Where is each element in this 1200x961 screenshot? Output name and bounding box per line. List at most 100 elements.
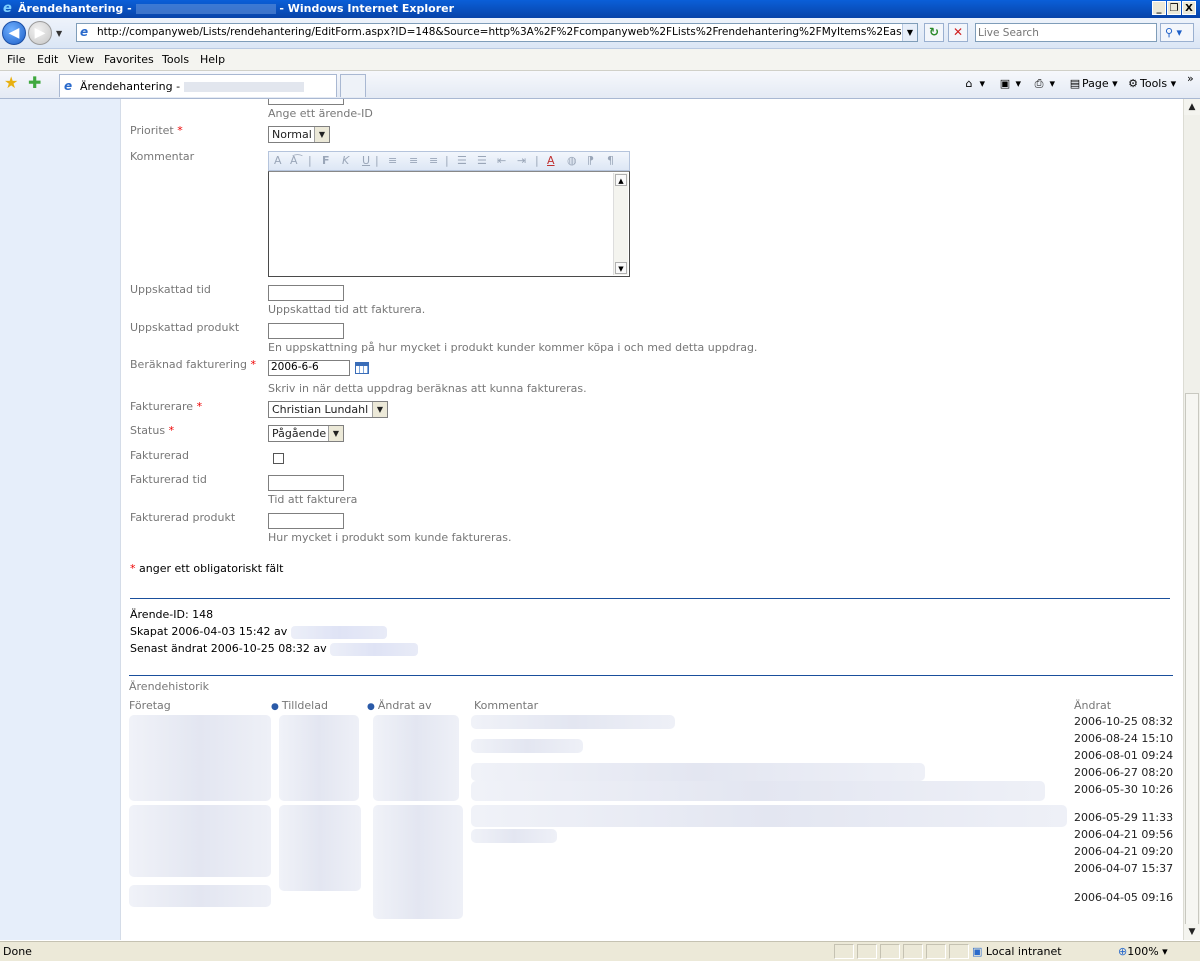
feeds-button[interactable]: ▣ ▾: [998, 77, 1021, 90]
scroll-down-icon[interactable]: ▼: [615, 262, 627, 274]
ie-logo-icon: e: [3, 1, 12, 16]
menu-tools[interactable]: Tools: [162, 53, 189, 66]
address-dropdown-icon[interactable]: ▼: [902, 24, 917, 41]
window-title-suffix: - Windows Internet Explorer: [275, 2, 454, 15]
numbered-list-icon[interactable]: ☰: [457, 154, 467, 167]
invoiced-time-hint: Tid att fakturera: [268, 493, 358, 506]
comment-label: Kommentar: [130, 150, 195, 163]
italic-icon[interactable]: K: [342, 154, 349, 167]
billing-date-input[interactable]: 2006-6-6: [268, 360, 350, 376]
redacted-company-column: [129, 805, 271, 877]
history-col-assigned: ● Tilldelad: [271, 699, 328, 712]
recent-pages-dropdown[interactable]: ▼: [56, 29, 62, 38]
feeds-icon: ▣: [999, 77, 1011, 90]
zone-text: Local intranet: [985, 945, 1062, 958]
rich-text-toolbar: A A͡ | F K U | ≡ ≡ ≡ | ☰ ☰ ⇤ ⇥ | A ◍ ⁋ ¶: [268, 151, 630, 171]
tab-page-icon: e: [64, 79, 73, 93]
invoiced-product-hint: Hur mycket i produkt som kunde fakturera…: [268, 531, 512, 544]
tools-menu-label: Tools: [1140, 77, 1168, 90]
menu-help[interactable]: Help: [200, 53, 225, 66]
align-center-icon[interactable]: ≡: [409, 154, 418, 167]
stop-button[interactable]: ✕: [948, 23, 968, 42]
tab-bar: ★ ✚ e Ärendehantering - ⌂ ▾ ▣ ▾ ⎙ ▾ ▤ Pag…: [0, 71, 1200, 99]
page-menu-button[interactable]: ▤ Page ▾: [1068, 77, 1118, 90]
font-size-icon[interactable]: A͡: [290, 154, 298, 167]
zoom-control[interactable]: ⊕100% ▾: [1118, 945, 1168, 958]
align-left-icon[interactable]: ≡: [388, 154, 397, 167]
restore-button[interactable]: ❐: [1167, 1, 1181, 15]
chevron-down-icon: ▼: [328, 426, 343, 441]
calendar-icon[interactable]: [355, 362, 369, 374]
bold-icon[interactable]: F: [322, 154, 330, 167]
font-icon[interactable]: A: [274, 154, 282, 167]
scroll-up-icon[interactable]: ▲: [1184, 99, 1200, 115]
menu-favorites[interactable]: Favorites: [104, 53, 154, 66]
add-favorite-icon[interactable]: ✚: [28, 75, 41, 91]
underline-icon[interactable]: U: [362, 154, 370, 167]
history-title: Ärendehistorik: [129, 680, 210, 693]
rtl-icon[interactable]: ¶: [607, 154, 614, 167]
tab-arendehantering[interactable]: e Ärendehantering -: [59, 74, 337, 97]
menu-view[interactable]: View: [68, 53, 94, 66]
est-time-input[interactable]: [268, 285, 344, 301]
menu-file[interactable]: File: [7, 53, 25, 66]
required-note: * anger ett obligatoriskt fält: [130, 562, 283, 575]
address-toolbar: ◀ ▶ ▼ e http://companyweb/Lists/rendehan…: [0, 18, 1200, 49]
invoiced-product-label: Fakturerad produkt: [130, 511, 236, 524]
assigned-header-text: Tilldelad: [281, 699, 328, 712]
search-input[interactable]: [978, 25, 1154, 40]
est-product-input[interactable]: [268, 323, 344, 339]
redacted-author: [290, 625, 387, 639]
invoiced-time-label: Fakturerad tid: [130, 473, 207, 486]
scroll-down-icon[interactable]: ▼: [1184, 924, 1200, 940]
close-button[interactable]: X: [1182, 1, 1196, 15]
history-date: 2006-04-07 15:37: [1074, 862, 1174, 875]
chevron-more-icon[interactable]: »: [1187, 72, 1194, 85]
required-marker: *: [196, 400, 203, 413]
security-zone[interactable]: ▣ Local intranet: [972, 945, 1062, 958]
scroll-up-icon[interactable]: ▲: [615, 174, 627, 186]
align-right-icon[interactable]: ≡: [429, 154, 438, 167]
est-product-hint: En uppskattning på hur mycket i produkt …: [268, 341, 758, 354]
chevron-down-icon: ▼: [372, 402, 387, 417]
ltr-icon[interactable]: ⁋: [587, 154, 594, 167]
invoiced-checkbox[interactable]: [273, 453, 284, 464]
forward-button[interactable]: ▶: [28, 21, 52, 45]
priority-select[interactable]: Normal ▼: [268, 126, 330, 143]
status-select[interactable]: Pågående ▼: [268, 425, 344, 442]
minimize-button[interactable]: _: [1152, 1, 1166, 15]
status-value: Pågående: [272, 427, 327, 440]
redacted-comment: [471, 781, 1045, 801]
comment-editor[interactable]: ▲ ▼: [268, 171, 630, 277]
gear-icon: ⚙: [1128, 77, 1138, 90]
invoiced-product-input[interactable]: [268, 513, 344, 529]
status-label-text: Status: [130, 424, 166, 437]
refresh-button[interactable]: ↻: [924, 23, 944, 42]
home-button[interactable]: ⌂ ▾: [962, 77, 986, 90]
text-color-icon[interactable]: A: [547, 154, 555, 167]
page-menu-icon: ▤: [1069, 77, 1081, 90]
tools-menu-button[interactable]: ⚙ Tools ▾: [1126, 77, 1176, 90]
favorites-star-icon[interactable]: ★: [4, 75, 18, 91]
intranet-icon: ▣: [972, 945, 983, 958]
indent-icon[interactable]: ⇥: [517, 154, 526, 167]
scroll-thumb[interactable]: [1185, 393, 1199, 928]
address-bar[interactable]: e http://companyweb/Lists/rendehantering…: [76, 23, 918, 42]
outdent-icon[interactable]: ⇤: [497, 154, 506, 167]
priority-label: Prioritet *: [130, 124, 183, 137]
history-date: 2006-08-01 09:24: [1074, 749, 1174, 762]
invoicer-select[interactable]: Christian Lundahl ▼: [268, 401, 388, 418]
new-tab-button[interactable]: [340, 74, 366, 97]
page-scrollbar[interactable]: ▲ ▼: [1183, 99, 1200, 940]
back-button[interactable]: ◀: [2, 21, 26, 45]
menu-edit[interactable]: Edit: [37, 53, 58, 66]
search-button[interactable]: ⚲ ▾: [1160, 23, 1194, 42]
editor-scrollbar[interactable]: ▲ ▼: [613, 173, 628, 275]
search-box[interactable]: [975, 23, 1157, 42]
modified-text: Senast ändrat 2006-10-25 08:32 av: [130, 642, 327, 655]
highlight-icon[interactable]: ◍: [567, 154, 577, 167]
id-field[interactable]: [268, 99, 344, 105]
bullet-list-icon[interactable]: ☰: [477, 154, 487, 167]
print-button[interactable]: ⎙ ▾: [1032, 77, 1055, 91]
invoiced-time-input[interactable]: [268, 475, 344, 491]
